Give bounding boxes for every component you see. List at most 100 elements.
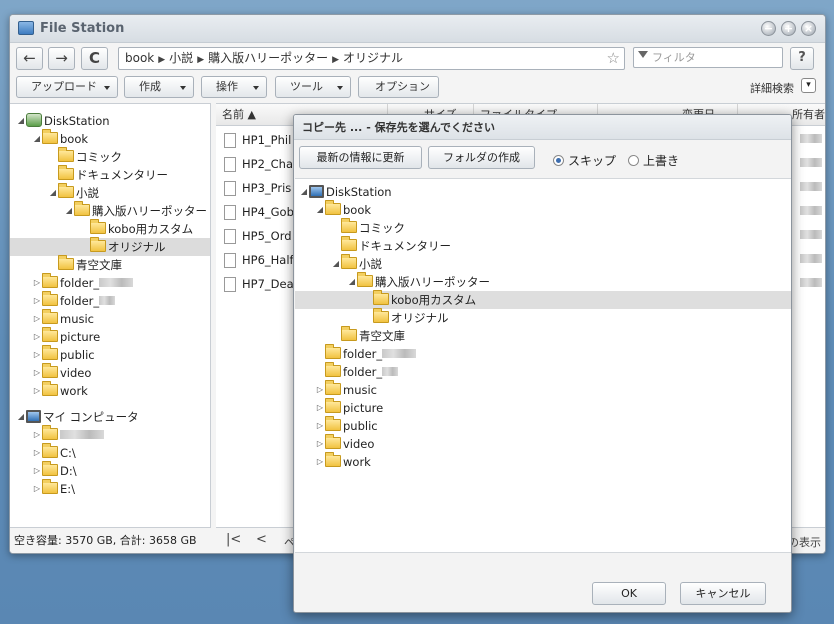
tree-item-diskstation[interactable]: ◢ DiskStation (299, 183, 392, 201)
path-segment-original[interactable]: オリジナル (343, 51, 403, 65)
expand-triangle-icon[interactable]: ▷ (315, 399, 325, 417)
file-icon (224, 277, 236, 292)
tree-label: kobo用カスタム (391, 293, 477, 307)
upload-button[interactable]: アップロード (16, 76, 118, 98)
tree-item-folder-1[interactable]: ▷ folder_ (32, 273, 134, 292)
tree-item-book[interactable]: ◢ book (315, 200, 371, 219)
tree-item-music[interactable]: ▷ music (315, 380, 377, 399)
tree-item-work[interactable]: ▷ work (32, 381, 88, 400)
expand-triangle-icon[interactable]: ▷ (315, 435, 325, 453)
path-segment-harry[interactable]: 購入版ハリーポッター (208, 51, 328, 65)
expand-triangle-icon[interactable]: ▷ (32, 462, 42, 480)
collapse-triangle-icon[interactable]: ◢ (32, 130, 42, 148)
tree-item-folder-2[interactable]: ▷ folder_ (32, 291, 116, 310)
collapse-triangle-icon[interactable]: ◢ (299, 183, 309, 201)
expand-triangle-icon[interactable]: ▷ (32, 444, 42, 462)
tree-item-folder-2[interactable]: folder_ (325, 362, 399, 381)
collapse-triangle-icon[interactable]: ◢ (64, 202, 74, 220)
storage-status: 空き容量: 3570 GB, 合計: 3658 GB (10, 527, 211, 553)
tree-item-my-computer[interactable]: ◢ マイ コンピュータ (16, 408, 139, 426)
expand-triangle-icon[interactable]: ▷ (32, 382, 42, 400)
back-button[interactable]: ← (16, 47, 43, 70)
folder-icon (341, 326, 357, 341)
tree-label: picture (343, 401, 384, 415)
expand-triangle-icon[interactable]: ▷ (32, 426, 42, 444)
first-page-button[interactable]: |< (226, 532, 241, 547)
minimize-button[interactable]: − (761, 21, 776, 36)
expand-triangle-icon[interactable]: ▷ (315, 417, 325, 435)
tree-item-drive-e[interactable]: ▷ E:\ (32, 479, 75, 498)
tree-item-kobo[interactable]: kobo用カスタム (295, 290, 791, 309)
tree-item-original[interactable]: オリジナル (373, 308, 449, 327)
overwrite-radio[interactable]: 上書き (628, 154, 679, 168)
create-button[interactable]: 作成 (124, 76, 194, 98)
tools-button[interactable]: ツール (275, 76, 351, 98)
tree-item-drive-d[interactable]: ▷ D:\ (32, 461, 77, 480)
tree-item-harry-potter[interactable]: ◢ 購入版ハリーポッター (64, 201, 207, 220)
previous-page-button[interactable]: < (256, 532, 267, 547)
tree-item-picture[interactable]: ▷ picture (315, 398, 384, 417)
filter-input[interactable]: フィルタ (633, 47, 783, 68)
tree-item-picture[interactable]: ▷ picture (32, 327, 100, 346)
refresh-list-button[interactable]: 最新の情報に更新 (299, 146, 422, 169)
tree-item-folder-1[interactable]: folder_ (325, 344, 417, 363)
tree-item-public[interactable]: ▷ public (315, 416, 378, 435)
tree-item-public[interactable]: ▷ public (32, 345, 95, 364)
path-segment-novel[interactable]: 小説 (169, 51, 193, 65)
tree-item-redacted-drive[interactable]: ▷ (32, 425, 104, 444)
advanced-search-link[interactable]: 詳細検索 (750, 80, 794, 96)
path-segment-book[interactable]: book (125, 51, 154, 65)
tree-item-diskstation[interactable]: ◢ DiskStation (16, 112, 110, 130)
tree-item-documentary[interactable]: ドキュメンタリー (341, 236, 451, 255)
collapse-triangle-icon[interactable]: ◢ (48, 184, 58, 202)
expand-triangle-icon[interactable]: ▷ (315, 453, 325, 471)
expand-triangle-icon[interactable]: ▷ (32, 310, 42, 328)
expand-triangle-icon[interactable]: ▷ (32, 328, 42, 346)
close-button[interactable]: × (801, 21, 816, 36)
folder-icon (42, 479, 58, 494)
refresh-button[interactable]: C (81, 47, 108, 70)
tree-item-video[interactable]: ▷ video (32, 363, 91, 382)
tree-item-comic[interactable]: コミック (58, 147, 122, 166)
collapse-triangle-icon[interactable]: ◢ (16, 112, 26, 130)
create-folder-button[interactable]: フォルダの作成 (428, 146, 535, 169)
tree-item-novel[interactable]: ◢ 小説 (331, 254, 382, 273)
tree-item-comic[interactable]: コミック (341, 218, 405, 237)
ok-button[interactable]: OK (592, 582, 666, 605)
collapse-triangle-icon[interactable]: ◢ (16, 408, 26, 426)
maximize-button[interactable]: + (781, 21, 796, 36)
tree-item-aozora[interactable]: 青空文庫 (341, 326, 405, 345)
cancel-button[interactable]: キャンセル (680, 582, 766, 605)
expand-triangle-icon[interactable]: ▷ (32, 364, 42, 382)
radio-unselected-icon (628, 155, 639, 166)
tree-item-video[interactable]: ▷ video (315, 434, 374, 453)
tree-item-novel[interactable]: ◢ 小説 (48, 183, 99, 202)
expand-triangle-icon[interactable]: ▷ (32, 292, 42, 310)
help-button[interactable]: ? (790, 47, 814, 70)
folder-icon (42, 425, 58, 440)
tree-item-book[interactable]: ◢ book (32, 129, 88, 148)
expand-triangle-icon[interactable]: ▷ (32, 274, 42, 292)
expand-triangle-icon[interactable]: ▷ (32, 480, 42, 498)
skip-radio[interactable]: スキップ (553, 154, 616, 168)
collapse-triangle-icon[interactable]: ◢ (331, 255, 341, 273)
expand-triangle-icon[interactable]: ▷ (315, 381, 325, 399)
favorite-star-icon[interactable]: ☆ (607, 50, 620, 67)
tree-item-harry-potter[interactable]: ◢ 購入版ハリーポッター (347, 272, 490, 291)
path-separator-icon: ▶ (332, 55, 340, 65)
tree-item-kobo[interactable]: kobo用カスタム (90, 219, 193, 238)
tree-item-documentary[interactable]: ドキュメンタリー (58, 165, 168, 184)
expand-triangle-icon[interactable]: ▷ (32, 346, 42, 364)
path-bar[interactable]: book ▶ 小説 ▶ 購入版ハリーポッター ▶ オリジナル ☆ (118, 47, 625, 70)
tree-item-drive-c[interactable]: ▷ C:\ (32, 443, 76, 462)
collapse-triangle-icon[interactable]: ◢ (347, 273, 357, 291)
tree-item-music[interactable]: ▷ music (32, 309, 94, 328)
advanced-search-toggle-icon[interactable]: ▾ (801, 78, 816, 93)
tree-item-work[interactable]: ▷ work (315, 452, 371, 471)
collapse-triangle-icon[interactable]: ◢ (315, 201, 325, 219)
options-button[interactable]: オプション (358, 76, 439, 98)
action-button[interactable]: 操作 (201, 76, 267, 98)
tree-item-original[interactable]: オリジナル (10, 237, 210, 256)
tree-item-aozora[interactable]: 青空文庫 (58, 255, 122, 274)
forward-button[interactable]: → (48, 47, 75, 70)
